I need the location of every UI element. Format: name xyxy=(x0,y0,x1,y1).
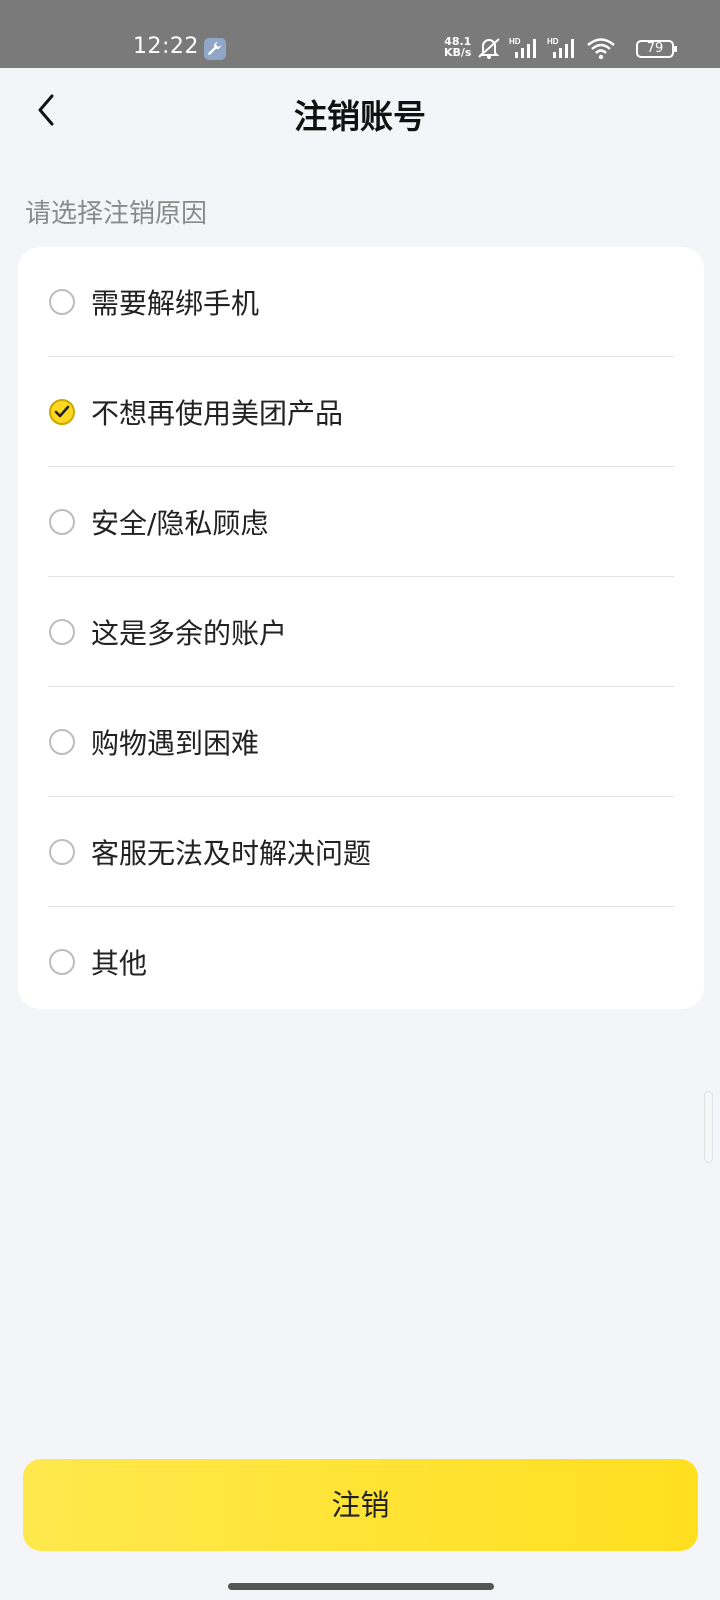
radio-button-checked[interactable] xyxy=(49,398,75,425)
wrench-icon xyxy=(204,38,226,60)
section-label: 请选择注销原因 xyxy=(25,199,208,229)
reason-label: 其他 xyxy=(91,946,148,980)
reason-option[interactable]: 购物遇到困难 xyxy=(48,687,674,797)
reason-label: 客服无法及时解决问题 xyxy=(91,836,372,870)
reason-label: 购物遇到困难 xyxy=(91,726,260,760)
page-title: 注销账号 xyxy=(294,97,426,136)
reason-option[interactable]: 不想再使用美团产品 xyxy=(48,357,674,467)
radio-button[interactable] xyxy=(49,728,75,755)
radio-button[interactable] xyxy=(49,288,75,315)
radio-button[interactable] xyxy=(49,838,75,865)
reason-option[interactable]: 需要解绑手机 xyxy=(48,247,674,357)
home-indicator[interactable] xyxy=(228,1583,494,1590)
reason-label: 安全/隐私顾虑 xyxy=(91,506,269,540)
net-speed: 48.1 KB/s xyxy=(444,36,471,58)
radio-button[interactable] xyxy=(49,618,75,645)
reason-option[interactable]: 安全/隐私顾虑 xyxy=(48,467,674,577)
reason-option[interactable]: 这是多余的账户 xyxy=(48,577,674,687)
reason-option[interactable]: 其他 xyxy=(48,907,674,1016)
status-bar: 12:22 48.1 KB/s HD HD 79 xyxy=(0,0,720,68)
cancel-account-button[interactable]: 注销 xyxy=(23,1459,698,1551)
header: 注销账号 xyxy=(0,68,720,156)
scrollbar[interactable] xyxy=(704,1091,713,1163)
radio-button[interactable] xyxy=(49,948,75,975)
net-speed-unit: KB/s xyxy=(444,46,472,59)
reason-list: 需要解绑手机 不想再使用美团产品 安全/隐私顾虑 这是多余的账户 购物遇到困难 … xyxy=(18,247,704,1009)
signal1-label: HD xyxy=(509,37,521,46)
reason-label: 这是多余的账户 xyxy=(91,616,288,650)
reason-label: 不想再使用美团产品 xyxy=(91,396,344,430)
battery-icon: 79 xyxy=(636,40,677,58)
signal2-label: HD xyxy=(547,37,559,46)
radio-button[interactable] xyxy=(49,508,75,535)
status-time: 12:22 xyxy=(133,34,199,59)
reason-label: 需要解绑手机 xyxy=(91,286,260,320)
reason-option[interactable]: 客服无法及时解决问题 xyxy=(48,797,674,907)
checkmark-icon xyxy=(54,405,70,417)
mute-icon xyxy=(476,36,502,64)
signal-icon: HD xyxy=(509,36,541,64)
signal-icon: HD xyxy=(547,36,579,64)
wifi-icon xyxy=(586,36,616,64)
